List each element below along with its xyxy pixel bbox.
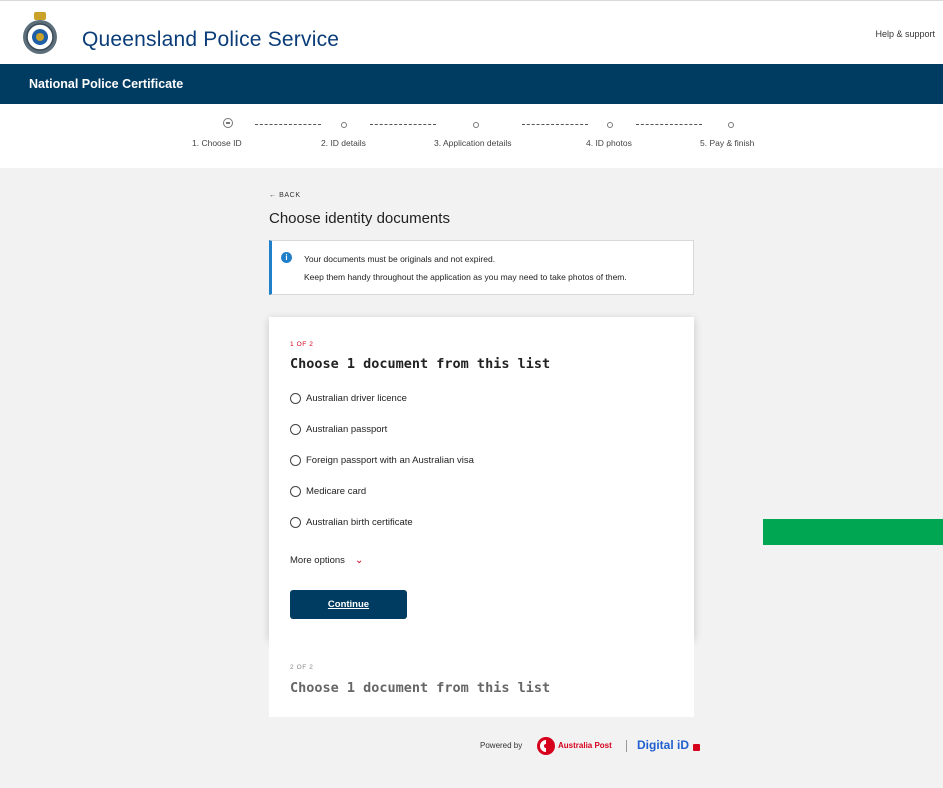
step-label-id-photos: 4. ID photos [586, 138, 632, 148]
step-dot-icon [341, 122, 347, 128]
step-dot-icon [728, 122, 734, 128]
option-label: Medicare card [306, 486, 367, 497]
option-label: Australian passport [306, 424, 388, 435]
option-label: Australian birth certificate [306, 517, 413, 528]
radio-button[interactable] [290, 393, 301, 404]
step-label-id-details: 2. ID details [321, 138, 366, 148]
info-callout: i Your documents must be originals and n… [269, 240, 694, 295]
list-title: Choose 1 document from this list [290, 680, 551, 696]
service-navbar: National Police Certificate [0, 64, 943, 104]
continue-button[interactable]: Continue [290, 590, 407, 619]
footer-divider [626, 740, 627, 752]
step-dot-icon [473, 122, 479, 128]
option-label: Australian driver licence [306, 393, 407, 404]
site-header: Queensland Police Service Help & support [0, 0, 943, 64]
australia-post-logo-icon [537, 737, 555, 755]
radio-button[interactable] [290, 517, 301, 528]
more-options-toggle[interactable]: More options [290, 555, 345, 566]
green-banner [763, 519, 943, 545]
document-list-card-2: 2 OF 2 Choose 1 document from this list [269, 639, 694, 717]
info-text-line2: Keep them handy throughout the applicati… [304, 272, 627, 282]
list-title: Choose 1 document from this list [290, 356, 551, 372]
step-label-pay-finish: 5. Pay & finish [700, 138, 755, 148]
progress-stepper: 1. Choose ID 2. ID details 3. Applicatio… [0, 104, 943, 168]
step-dot-icon [607, 122, 613, 128]
radio-button[interactable] [290, 455, 301, 466]
qps-crest-logo[interactable] [18, 10, 62, 56]
chevron-down-icon[interactable]: ⌄ [355, 555, 363, 566]
service-title: National Police Certificate [29, 77, 184, 91]
back-link[interactable]: ← BACK [269, 192, 301, 199]
digital-id-label: Digital iD [637, 738, 690, 752]
digital-id-badge-icon [693, 744, 700, 751]
info-icon: i [281, 252, 292, 263]
radio-button[interactable] [290, 424, 301, 435]
radio-button[interactable] [290, 486, 301, 497]
brand-title[interactable]: Queensland Police Service [82, 28, 339, 52]
step-connector [636, 124, 702, 125]
step-connector [255, 124, 321, 125]
australia-post-label: Australia Post [558, 741, 612, 750]
powered-by-label: Powered by [480, 741, 523, 750]
list-count: 2 OF 2 [290, 664, 314, 671]
document-list-card-1: 1 OF 2 Choose 1 document from this list … [269, 317, 694, 639]
help-support-link[interactable]: Help & support [875, 29, 935, 39]
step-connector [370, 124, 436, 125]
footer-powered-by: Powered by Australia Post Digital iD [480, 737, 710, 758]
current-step-icon [223, 118, 233, 128]
step-label-choose-id: 1. Choose ID [192, 138, 242, 148]
step-label-application-details: 3. Application details [434, 138, 512, 148]
list-count: 1 OF 2 [290, 341, 314, 348]
page-title: Choose identity documents [269, 210, 450, 227]
option-label: Foreign passport with an Australian visa [306, 455, 474, 466]
info-text-line1: Your documents must be originals and not… [304, 254, 496, 264]
step-connector [522, 124, 588, 125]
